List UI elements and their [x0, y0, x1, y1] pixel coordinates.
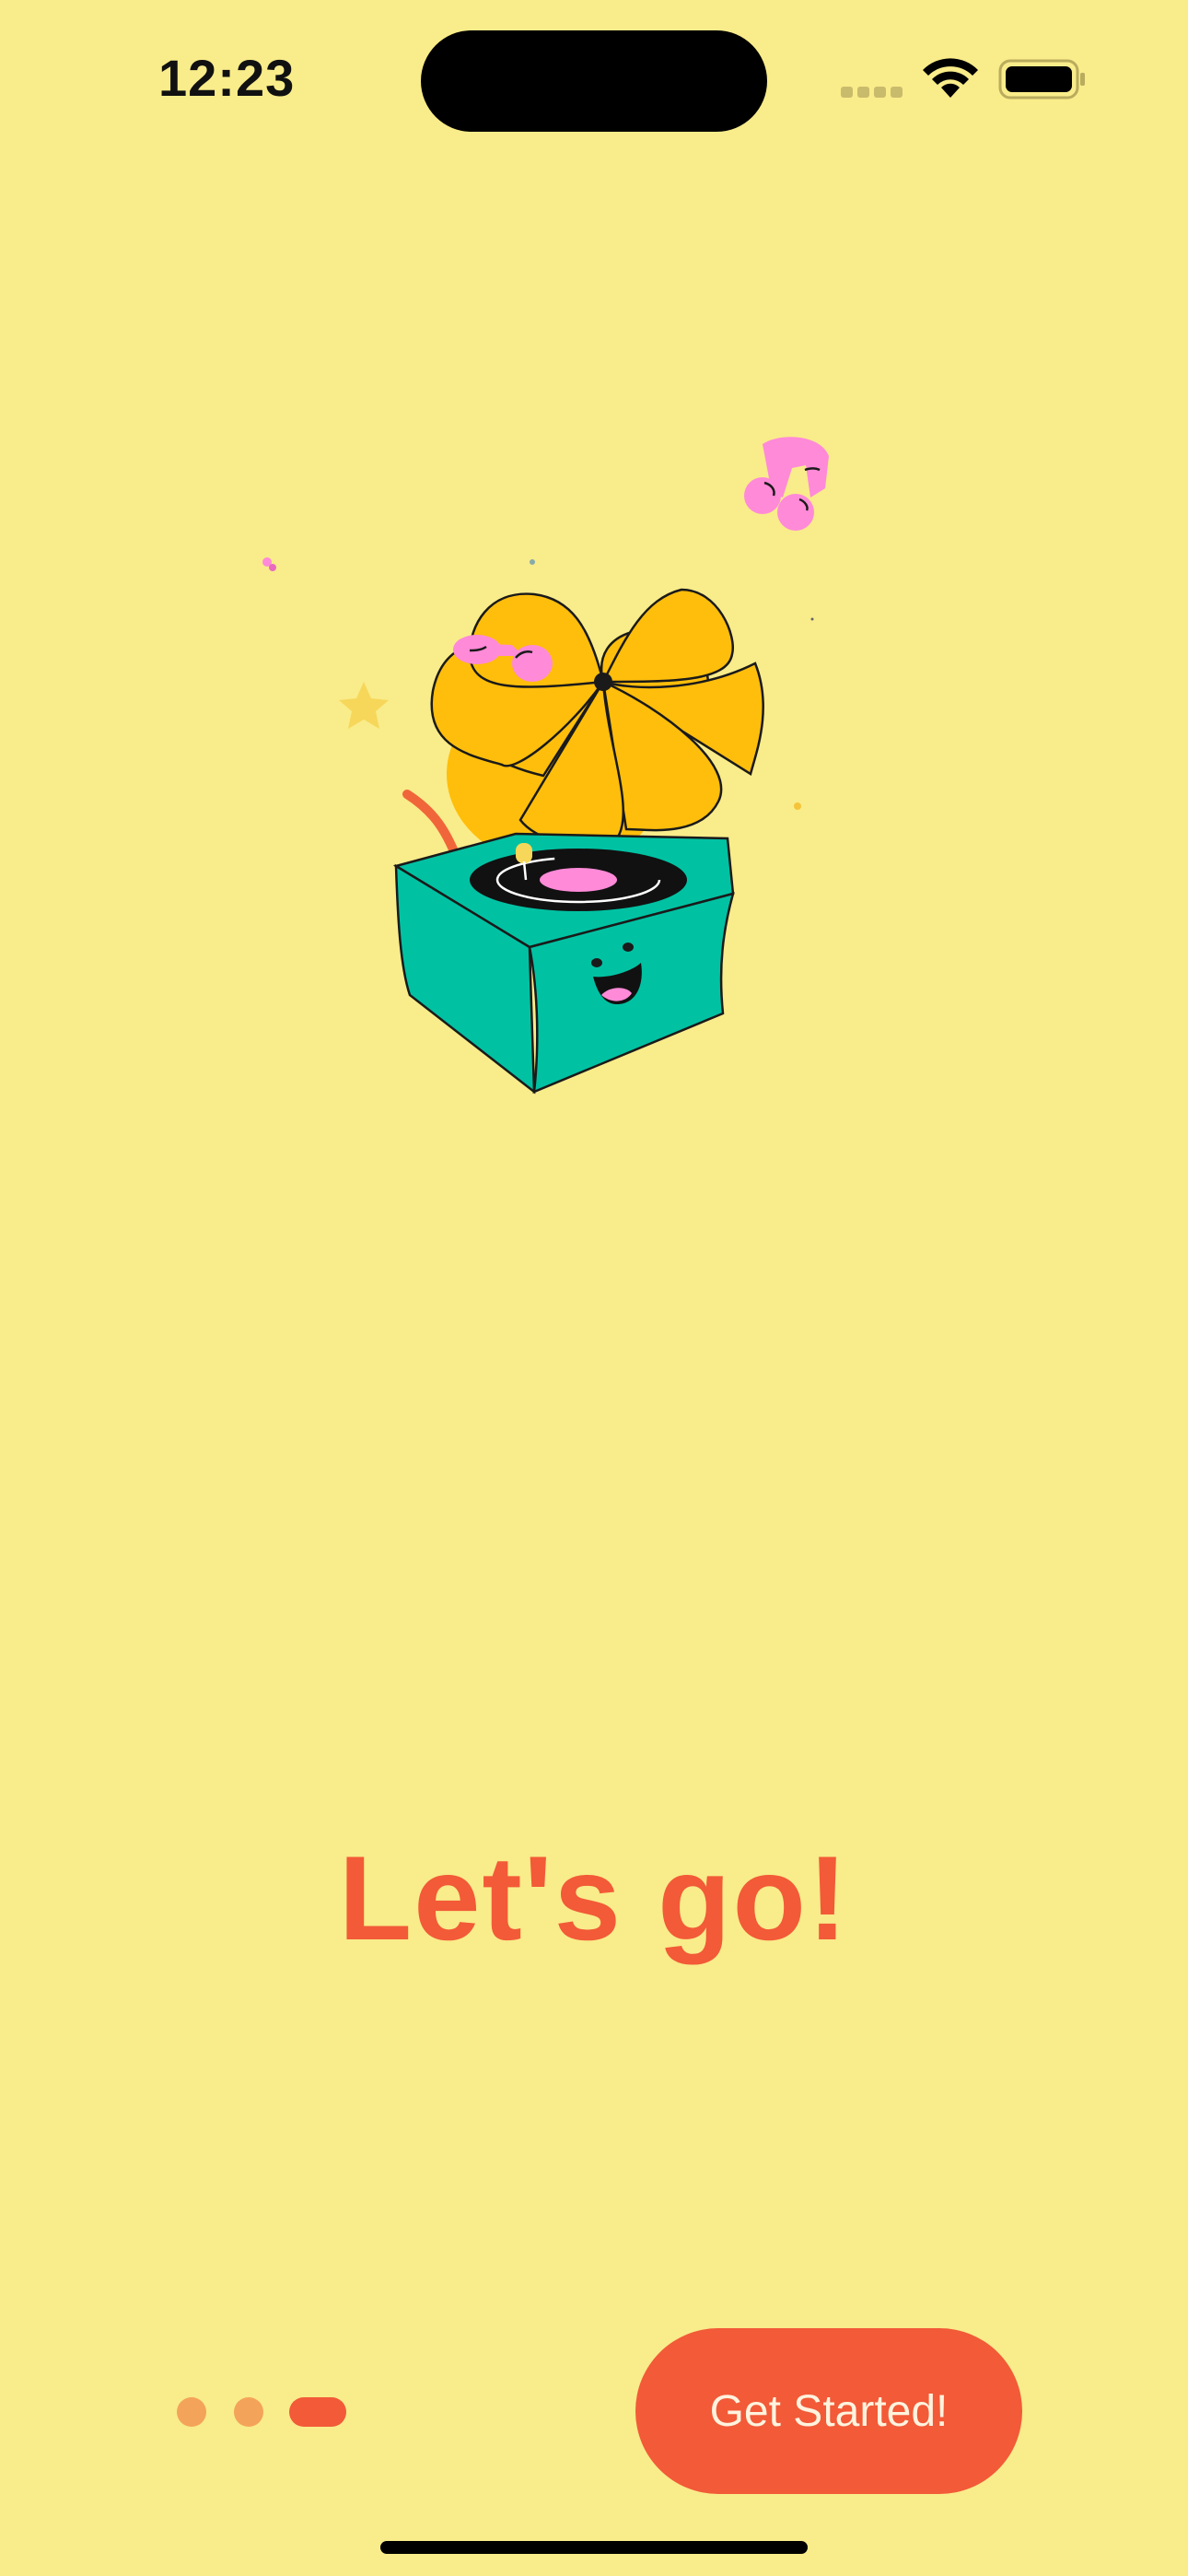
get-started-button[interactable]: Get Started!	[635, 2328, 1022, 2494]
dynamic-island	[421, 30, 767, 132]
confetti-dot	[794, 802, 801, 810]
onboarding-headline: Let's go!	[338, 1831, 850, 1965]
page-dot[interactable]	[177, 2397, 206, 2427]
page-dot-active[interactable]	[289, 2397, 346, 2427]
star-icon	[339, 682, 389, 729]
confetti-dot	[269, 564, 276, 571]
page-dot[interactable]	[234, 2397, 263, 2427]
battery-icon	[998, 59, 1085, 100]
home-indicator[interactable]	[380, 2541, 808, 2554]
confetti-dot	[810, 617, 814, 621]
gramophone-illustration	[262, 437, 829, 1095]
music-note-icon	[744, 437, 829, 531]
status-time: 12:23	[158, 49, 296, 107]
cellular-signal-icon	[841, 87, 905, 98]
status-bar: 12:23	[0, 0, 1188, 166]
wifi-icon	[923, 58, 978, 98]
page-indicator	[177, 2397, 361, 2427]
